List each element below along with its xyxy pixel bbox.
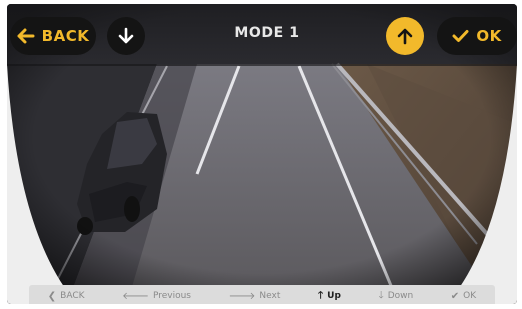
arrow-down-icon (118, 27, 134, 44)
hint-next: 🡒 Next (229, 290, 281, 302)
hint-back: ❮ BACK (48, 291, 85, 302)
arrow-up-icon: 🡑 (317, 289, 324, 301)
hint-ok: ✔ OK (451, 291, 476, 302)
ok-button-label: OK (476, 27, 502, 45)
check-icon: ✔ (450, 290, 460, 302)
arrow-left-icon: 🡐 (122, 291, 149, 302)
back-button[interactable]: BACK (10, 17, 96, 55)
hint-label: Down (387, 291, 414, 301)
hint-bar: ❮ BACK 🡐 Previous 🡒 Next 🡑 Up 🡓 Down ✔ O… (29, 285, 495, 304)
hint-label: Up (327, 291, 341, 301)
back-button-label: BACK (41, 27, 90, 45)
up-button[interactable] (386, 17, 424, 55)
down-button[interactable] (107, 17, 145, 55)
ok-button[interactable]: OK (437, 17, 517, 55)
page-title: MODE 1 (234, 25, 300, 41)
hint-previous: 🡐 Previous (122, 290, 191, 302)
arrow-down-icon: 🡓 (378, 289, 384, 301)
hint-down: 🡓 Down (378, 288, 413, 305)
hint-label: Next (259, 291, 281, 301)
hint-label: Previous (152, 291, 191, 301)
check-icon (452, 30, 469, 42)
top-toolbar: BACK MODE 1 OK (7, 4, 517, 66)
hint-label: BACK (60, 291, 85, 301)
arrow-left-icon (17, 28, 35, 44)
hint-label: OK (463, 291, 477, 301)
camera-screen: BACK MODE 1 OK ❮ BACK 🡐 Previous 🡒 Next … (7, 4, 517, 304)
arrow-right-icon: 🡒 (228, 291, 256, 302)
hint-up: 🡑 Up (318, 288, 341, 305)
chevron-left-icon: ❮ (47, 290, 57, 302)
arrow-up-icon (397, 28, 413, 45)
